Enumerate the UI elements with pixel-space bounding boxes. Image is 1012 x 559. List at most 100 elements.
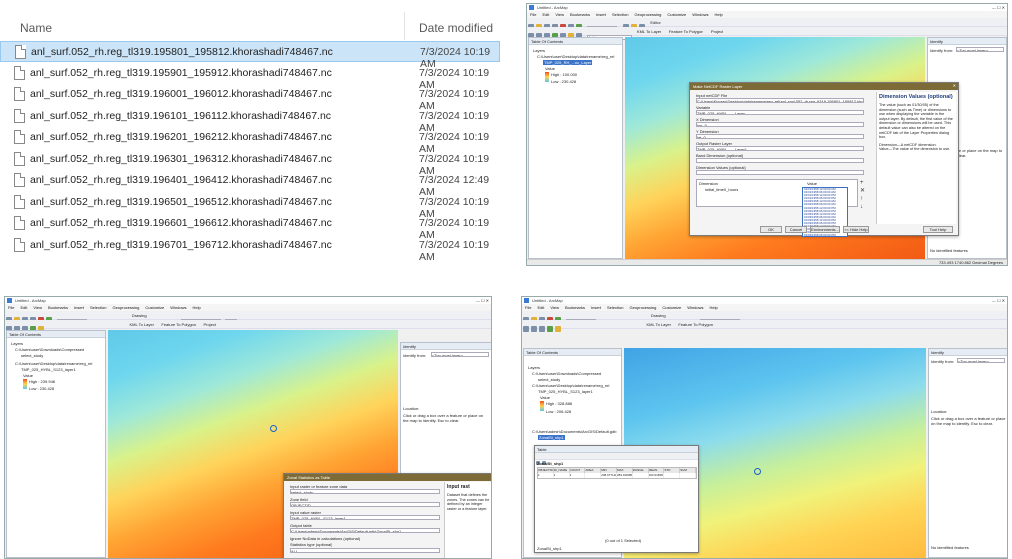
menu-customize[interactable]: Customize: [667, 12, 686, 17]
toc-folder-path-3[interactable]: C:\Users\admin\Documents\ArcGIS\Default.…: [532, 429, 620, 434]
field-input[interactable]: select_study: [290, 489, 440, 494]
table-cell[interactable]: 1: [538, 473, 554, 478]
toc-folder-path[interactable]: C:\Users\user\Desktop\data\rename\reg_re…: [537, 54, 622, 59]
identify-from-select[interactable]: <Top-most layer>: [957, 358, 1005, 363]
menu-selection[interactable]: Selection: [612, 12, 628, 17]
kml-to-layer[interactable]: KML To Layer: [129, 322, 153, 327]
feature-to-polygon[interactable]: Feature To Polygon: [161, 322, 196, 327]
feature-to-polygon[interactable]: Feature To Polygon: [669, 29, 704, 34]
menu-insert[interactable]: Insert: [596, 12, 606, 17]
menu-edit[interactable]: Edit: [537, 305, 544, 310]
table-cell[interactable]: [664, 473, 681, 478]
toc-folder-path-2[interactable]: C:\Users\user\Desktop\data\rename\reg_re…: [532, 383, 620, 388]
environments-button[interactable]: Environments...: [810, 226, 840, 233]
field-input[interactable]: OBJECTID: [290, 502, 440, 507]
toc-layers[interactable]: Layers: [528, 365, 540, 370]
menu-selection[interactable]: Selection: [607, 305, 623, 310]
window-controls[interactable]: — ☐ ✕: [992, 298, 1005, 303]
identify-from-select[interactable]: <Top-most layer>: [431, 352, 489, 357]
tool-help-button[interactable]: Tool Help: [923, 226, 953, 233]
toc-layer[interactable]: TMP_025_HYBL_S123_layer1: [538, 389, 593, 394]
toc-folder-path-2[interactable]: C:\Users\user\Desktop\data\rename\reg_re…: [15, 361, 105, 366]
identify-icon[interactable]: [555, 325, 561, 332]
add-row-icon[interactable]: +: [860, 179, 865, 187]
field-input[interactable]: C:\Users\Khoras\Desktop\data\rename\reg_…: [696, 98, 864, 103]
column-divider[interactable]: [404, 12, 405, 40]
file-row[interactable]: anl_surf.052_rh.reg_tl319.196601_196612.…: [0, 213, 500, 241]
drawing-label[interactable]: Drawing: [132, 313, 147, 318]
menu-geoprocessing[interactable]: Geoprocessing: [629, 305, 656, 310]
identify-from-select[interactable]: <Top-most layer>: [956, 47, 1004, 52]
move-down-icon[interactable]: ↓: [860, 203, 865, 211]
menu-windows[interactable]: Windows: [687, 305, 703, 310]
menu-bookmarks[interactable]: Bookmarks: [570, 12, 590, 17]
menu-file[interactable]: File: [525, 305, 531, 310]
file-row[interactable]: anl_surf.052_rh.reg_tl319.196501_196512.…: [0, 192, 500, 220]
menu-help[interactable]: Help: [710, 305, 718, 310]
menu-file[interactable]: File: [530, 12, 536, 17]
full-extent-icon[interactable]: [547, 325, 553, 332]
table-bottom-tab[interactable]: ZonalSt_shp1: [537, 546, 562, 551]
toc-layer-selected[interactable]: TMP_025_RH_...nc_Layer: [543, 60, 593, 65]
window-controls[interactable]: — ☐ ✕: [476, 298, 489, 303]
dialog-close-icon[interactable]: ✕: [953, 83, 956, 88]
drawing-label[interactable]: Drawing: [651, 313, 666, 318]
field-input[interactable]: TMP_025_HYBL_S123_layer1: [290, 515, 440, 520]
window-controls[interactable]: — ☐ ✕: [992, 5, 1005, 10]
ok-button[interactable]: OK: [760, 226, 782, 233]
file-row[interactable]: anl_surf.052_rh.reg_tl319.196301_196312.…: [0, 149, 500, 177]
file-row[interactable]: anl_surf.052_rh.reg_tl319.196001_196012.…: [0, 84, 500, 112]
file-row[interactable]: anl_surf.052_rh.reg_tl319.196401_196412.…: [0, 170, 500, 198]
field-input[interactable]: [696, 170, 864, 175]
menu-customize[interactable]: Customize: [145, 305, 164, 310]
feature-to-polygon[interactable]: Feature To Polygon: [678, 322, 713, 327]
menu-insert[interactable]: Insert: [74, 305, 84, 310]
move-up-icon[interactable]: ↑: [860, 195, 865, 203]
field-input[interactable]: TMP_025_HYBL_..._Layer: [696, 110, 864, 115]
editor-label[interactable]: Editor: [650, 20, 660, 25]
file-row[interactable]: anl_surf.052_rh.reg_tl319.196201_196212.…: [0, 127, 500, 155]
toc-layer[interactable]: TMP_025_HYBL_S123_layer1: [21, 367, 76, 372]
toc-folder-path-1[interactable]: C:\Users\user\Downloads\Compressed: [15, 347, 105, 352]
kml-to-layer[interactable]: KML To Layer: [637, 29, 661, 34]
toc-layers[interactable]: Layers: [11, 341, 23, 346]
menu-bookmarks[interactable]: Bookmarks: [48, 305, 68, 310]
zoom-in-icon[interactable]: [523, 325, 529, 332]
table-cell[interactable]: 263.918388: [649, 473, 665, 478]
table-cell[interactable]: [585, 473, 602, 478]
menu-help[interactable]: Help: [193, 305, 201, 310]
toc-folder-path-1[interactable]: C:\Users\user\Downloads\Compressed: [532, 371, 620, 376]
field-input[interactable]: C:\Users\admin\Documents\ArcGIS\Default.…: [290, 528, 440, 533]
ignore-nodata-checkbox[interactable]: Ignore NoData in calculations (optional): [290, 536, 360, 541]
table-cell[interactable]: [680, 473, 696, 478]
menu-help[interactable]: Help: [715, 12, 723, 17]
menu-windows[interactable]: Windows: [170, 305, 186, 310]
menu-file[interactable]: File: [8, 305, 14, 310]
menu-view[interactable]: View: [33, 305, 42, 310]
dimension-row-name[interactable]: initial_time0_hours: [705, 187, 738, 192]
project-label[interactable]: Project: [711, 29, 723, 34]
field-input[interactable]: lon_0: [696, 122, 864, 127]
pan-icon[interactable]: [539, 325, 545, 332]
table-cell[interactable]: 4: [570, 473, 586, 478]
menu-geoprocessing[interactable]: Geoprocessing: [634, 12, 661, 17]
statistics-type-select[interactable]: ALL: [290, 548, 440, 553]
menu-insert[interactable]: Insert: [591, 305, 601, 310]
menu-view[interactable]: View: [550, 305, 559, 310]
menu-selection[interactable]: Selection: [90, 305, 106, 310]
menu-windows[interactable]: Windows: [692, 12, 708, 17]
field-input[interactable]: [696, 158, 864, 163]
menu-customize[interactable]: Customize: [662, 305, 681, 310]
file-row[interactable]: anl_surf.052_rh.reg_tl319.196701_196712.…: [0, 235, 500, 263]
kml-to-layer[interactable]: KML To Layer: [646, 322, 670, 327]
hide-help-button[interactable]: << Hide Help: [843, 226, 869, 233]
menu-geoprocessing[interactable]: Geoprocessing: [112, 305, 139, 310]
table-tab-title[interactable]: ZonalSt_shp1: [537, 461, 563, 466]
menu-edit[interactable]: Edit: [20, 305, 27, 310]
menu-edit[interactable]: Edit: [542, 12, 549, 17]
file-row[interactable]: anl_surf.052_rh.reg_tl319.195801_195812.…: [0, 41, 500, 70]
toc-layers[interactable]: Layers: [533, 48, 545, 53]
table-cell[interactable]: 1: [554, 473, 570, 478]
table-cell[interactable]: 283.918388: [617, 473, 633, 478]
toc-item-select-study[interactable]: select_study: [21, 353, 43, 358]
